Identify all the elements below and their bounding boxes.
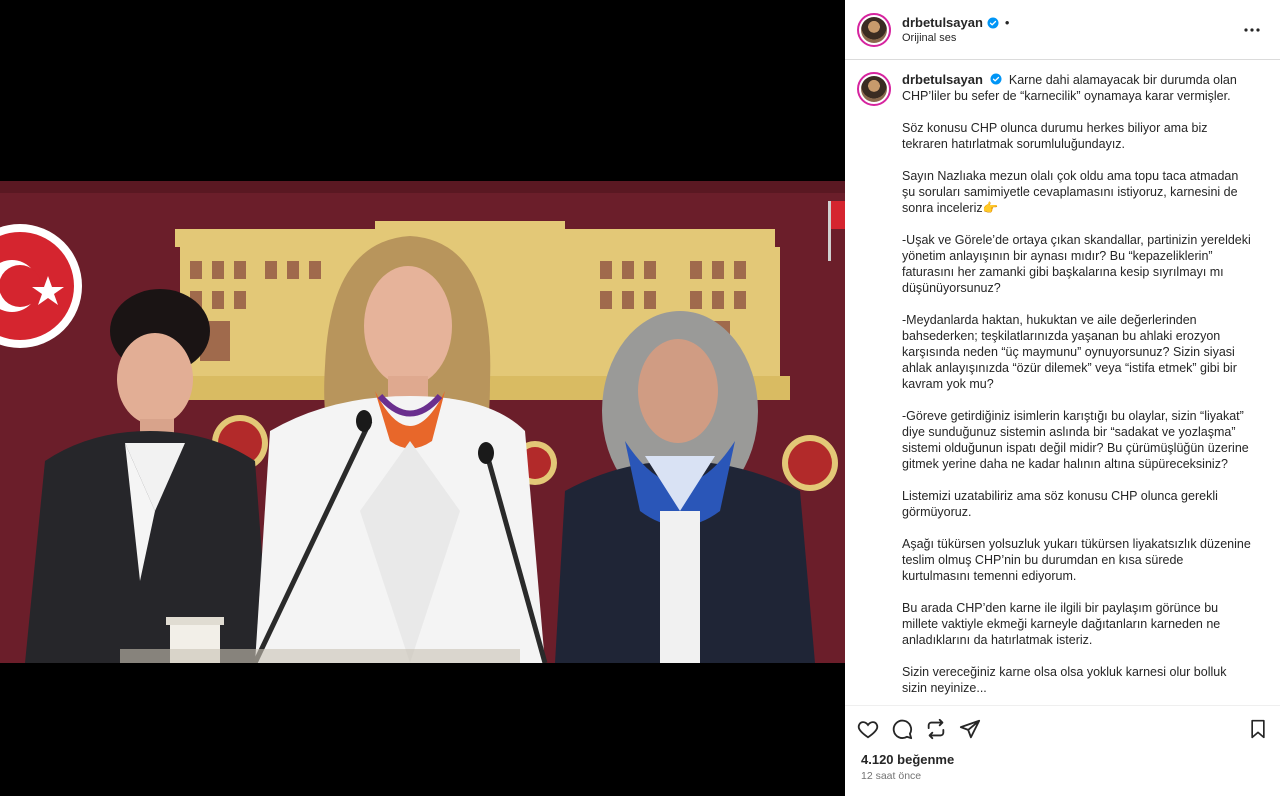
share-button[interactable] [959,712,993,746]
save-button[interactable] [1234,712,1268,746]
share-icon [959,719,981,739]
caption-paragraph: Listemizi uzatabiliriz ama söz konusu CH… [902,489,1218,519]
caption-scroll-area[interactable]: drbetulsayan Karne dahi alamayacak bir d… [845,60,1280,706]
action-bar [845,706,1280,752]
avatar-photo [861,76,887,102]
avatar-photo [861,16,887,43]
caption-comment: drbetulsayan Karne dahi alamayacak bir d… [857,72,1264,705]
repost-icon [927,718,945,740]
caption-paragraph: -Uşak ve Görele’de ortaya çıkan skandall… [902,233,1251,295]
comment-button[interactable] [891,712,925,746]
post-header: drbetulsayan • Orijinal ses [845,0,1280,60]
caption-author-avatar[interactable] [857,72,891,106]
ellipsis-glyph [1244,27,1260,32]
header-separator: • [1004,15,1010,30]
verified-badge-icon [987,17,999,28]
like-button[interactable] [857,712,891,746]
video-frame-illustration [0,181,845,663]
caption-first-line: drbetulsayan Karne dahi alamayacak bir d… [902,72,1254,104]
header-text: drbetulsayan • Orijinal ses [902,15,1240,44]
like-count[interactable]: 4.120 beğenme [845,752,1280,767]
post-timestamp[interactable]: 12 saat önce [845,767,1280,796]
caption-paragraph: -Göreve getirdiğiniz isimlerin karıştığı… [902,409,1249,471]
caption-paragraph: Sayın Nazlıaka mezun olalı çok oldu ama … [902,169,1239,215]
caption-paragraph: -Meydanlarda haktan, hukuktan ve aile de… [902,313,1237,391]
heart-icon [857,721,879,739]
caption-paragraph: Bu arada CHP’den karne ile ilgili bir pa… [902,601,1221,647]
comment-icon [892,719,913,740]
repost-button[interactable] [925,712,959,746]
author-row: drbetulsayan • [902,15,1240,30]
caption-paragraph: Söz konusu CHP olunca durumu herkes bili… [902,121,1208,151]
caption-paragraph: Sizin vereceğiniz karne olsa olsa yokluk… [902,665,1227,695]
caption-paragraph: Aşağı tükürsen yolsuzluk yukarı tükürsen… [902,537,1251,583]
post-details-panel: drbetulsayan • Orijinal ses drbetulsayan… [845,0,1280,796]
author-username[interactable]: drbetulsayan [902,15,983,30]
caption-body: drbetulsayan Karne dahi alamayacak bir d… [902,72,1254,705]
author-avatar[interactable] [857,12,891,47]
reel-video[interactable] [0,181,845,663]
original-audio-link[interactable]: Orijinal ses [902,32,1240,44]
instagram-post-modal: drbetulsayan • Orijinal ses drbetulsayan… [0,0,1280,796]
media-pane [0,0,845,796]
bookmark-icon [1251,719,1265,739]
more-options-icon[interactable] [1240,18,1264,42]
caption-username[interactable]: drbetulsayan [902,72,983,87]
verified-badge-icon [990,73,1002,85]
